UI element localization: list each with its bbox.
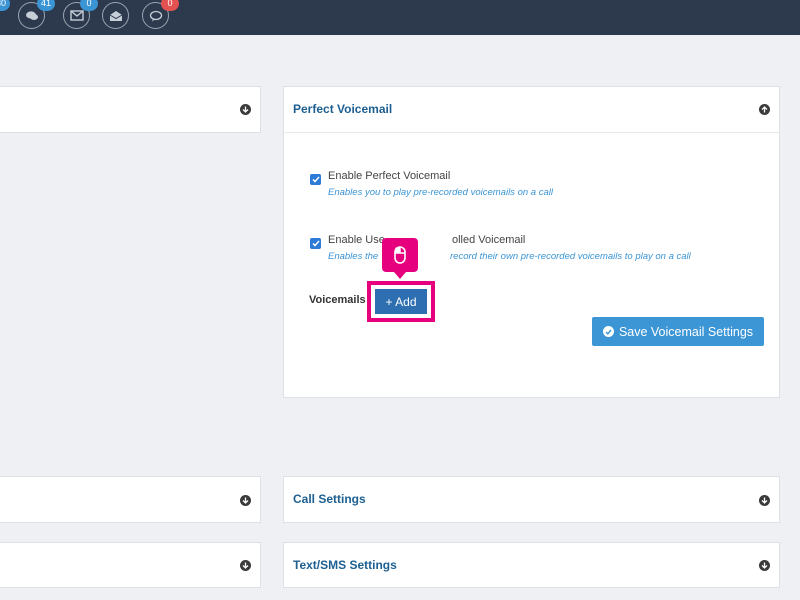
top-navigation-bar: 30 41 0 0 [0, 0, 800, 35]
perfect-voicemail-panel: Perfect Voicemail Enable Perfect Voicema… [283, 86, 780, 398]
enable-perfect-voicemail-description: Enables you to play pre-recorded voicema… [328, 187, 553, 198]
chat-bubbles-glyph [25, 10, 38, 20]
expand-arrow-icon[interactable] [240, 560, 251, 571]
save-voicemail-settings-label: Save Voicemail Settings [618, 324, 754, 339]
nav-badge: 30 [0, 0, 11, 11]
panel-title: Call Settings [293, 492, 366, 506]
check-circle-icon [602, 326, 614, 337]
panel-divider [284, 132, 779, 133]
expand-arrow-icon[interactable] [759, 495, 770, 506]
enable-user-controlled-voicemail-label-tail[interactable]: olled Voicemail [452, 234, 525, 246]
panel-title: Text/SMS Settings [293, 558, 397, 572]
enable-user-controlled-voicemail-label[interactable]: Enable Use [328, 234, 385, 246]
left-collapsed-panel[interactable] [0, 542, 261, 588]
mouse-click-indicator [382, 238, 418, 279]
expand-arrow-icon[interactable] [759, 560, 770, 571]
open-envelope-glyph [109, 10, 122, 21]
left-collapsed-panel[interactable] [0, 476, 261, 523]
collapse-arrow-icon[interactable] [759, 104, 770, 115]
enable-user-controlled-voicemail-checkbox[interactable] [310, 238, 321, 249]
enable-perfect-voicemail-checkbox[interactable] [310, 174, 321, 185]
enable-user-controlled-voicemail-description-tail: record their own pre-recorded voicemails… [450, 251, 691, 262]
add-voicemail-button[interactable]: + Add [375, 289, 427, 314]
save-voicemail-settings-button[interactable]: Save Voicemail Settings [592, 317, 764, 346]
left-collapsed-panel[interactable] [0, 86, 261, 133]
nav-badge: 0 [161, 0, 179, 11]
voicemails-label: Voicemails [309, 294, 366, 306]
sms-settings-panel[interactable]: Text/SMS Settings [283, 542, 780, 588]
enable-perfect-voicemail-label[interactable]: Enable Perfect Voicemail [328, 170, 450, 182]
enable-user-controlled-voicemail-description: Enables the [328, 251, 379, 262]
envelope-glyph [69, 10, 84, 21]
nav-badge: 41 [37, 0, 56, 11]
expand-arrow-icon[interactable] [240, 495, 251, 506]
panel-title: Perfect Voicemail [293, 102, 393, 116]
add-button-highlight: + Add [367, 281, 435, 322]
nav-badge: 0 [80, 0, 98, 11]
speech-bubble-glyph [149, 10, 162, 21]
expand-arrow-icon[interactable] [240, 104, 251, 115]
open-mail-icon[interactable] [102, 2, 129, 29]
mouse-icon [394, 246, 406, 264]
call-settings-panel[interactable]: Call Settings [283, 476, 780, 523]
